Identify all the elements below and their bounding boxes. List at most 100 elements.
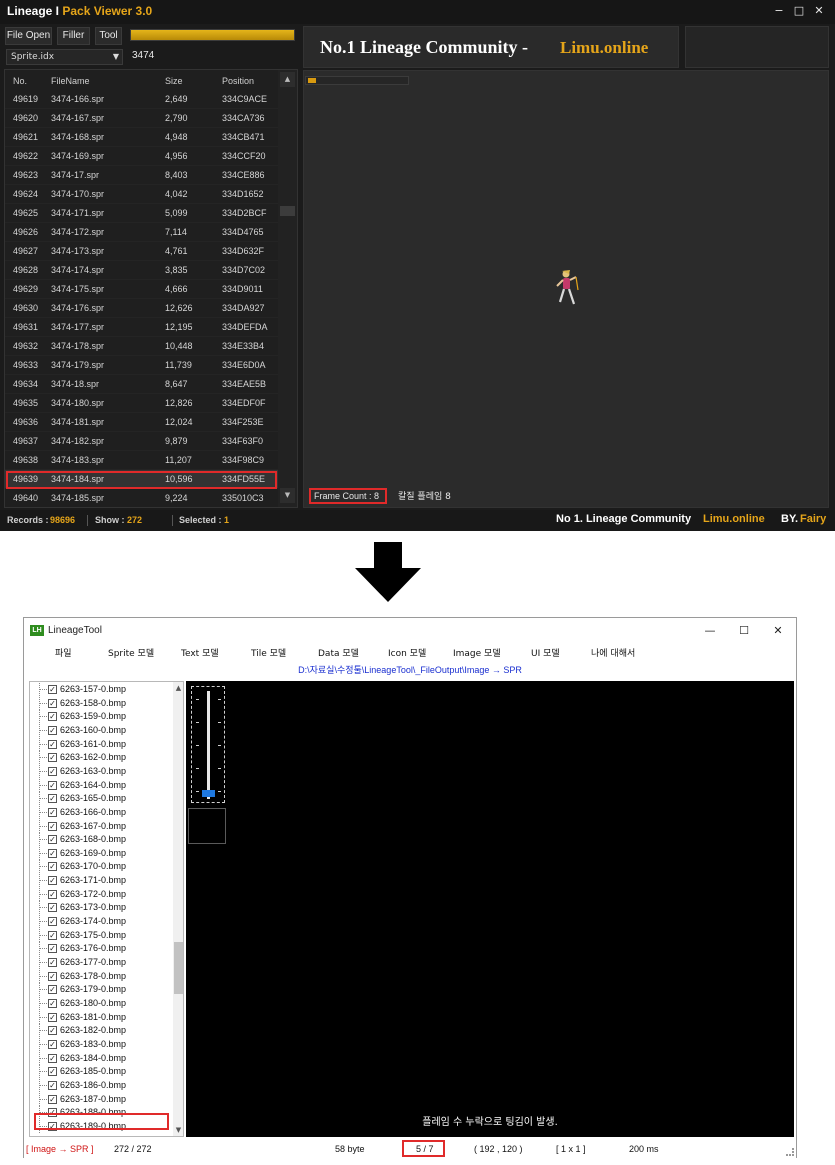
table-row[interactable]: 49635 3474-180.spr 12,826 334EDF0F — [5, 394, 279, 413]
frame-slider[interactable] — [305, 76, 409, 85]
checkbox-checked-icon[interactable]: ✓ — [48, 739, 57, 749]
checkbox-checked-icon[interactable]: ✓ — [48, 944, 57, 954]
tree-item[interactable]: ✓ 6263-161-0.bmp — [30, 737, 175, 751]
table-row[interactable]: 49634 3474-18.spr 8,647 334EAE5B — [5, 375, 279, 394]
menu-text-model[interactable]: Text 모델 — [181, 646, 219, 659]
filler-button[interactable]: Filler — [57, 27, 90, 45]
tree-item[interactable]: ✓ 6263-164-0.bmp — [30, 778, 175, 792]
menu-ui-model[interactable]: UI 모델 — [531, 646, 560, 659]
checkbox-checked-icon[interactable]: ✓ — [48, 753, 57, 763]
menu-icon-model[interactable]: Icon 모델 — [388, 646, 426, 659]
scroll-thumb[interactable] — [174, 942, 183, 994]
resize-grip-icon[interactable] — [786, 1148, 794, 1156]
tree-item[interactable]: ✓ 6263-183-0.bmp — [30, 1037, 175, 1051]
menu-sprite-model[interactable]: Sprite 모델 — [108, 646, 154, 659]
tree-item[interactable]: ✓ 6263-159-0.bmp — [30, 710, 175, 724]
table-row[interactable]: 49626 3474-172.spr 7,114 334D4765 — [5, 223, 279, 242]
table-row[interactable]: 49623 3474-17.spr 8,403 334CE886 — [5, 166, 279, 185]
table-row[interactable]: 49629 3474-175.spr 4,666 334D9011 — [5, 280, 279, 299]
menu-tile-model[interactable]: Tile 모델 — [251, 646, 286, 659]
tree-item[interactable]: ✓ 6263-177-0.bmp — [30, 956, 175, 969]
checkbox-checked-icon[interactable]: ✓ — [48, 998, 57, 1008]
checkbox-checked-icon[interactable]: ✓ — [48, 862, 57, 872]
table-row[interactable]: 49624 3474-170.spr 4,042 334D1652 — [5, 185, 279, 204]
table-row[interactable]: 49632 3474-178.spr 10,448 334E33B4 — [5, 337, 279, 356]
zoom-slider-knob[interactable] — [202, 790, 215, 797]
maximize-button[interactable]: □ — [791, 3, 807, 19]
tree-item[interactable]: ✓ 6263-185-0.bmp — [30, 1065, 175, 1079]
frame-slider-knob[interactable] — [308, 78, 316, 83]
checkbox-checked-icon[interactable]: ✓ — [48, 985, 57, 995]
col-header-filename[interactable]: FileName — [51, 76, 90, 86]
tree-item[interactable]: ✓ 6263-182-0.bmp — [30, 1024, 175, 1038]
minimize-button[interactable]: − — [771, 3, 787, 19]
checkbox-checked-icon[interactable]: ✓ — [48, 712, 57, 722]
checkbox-checked-icon[interactable]: ✓ — [48, 917, 57, 927]
table-row[interactable]: 49631 3474-177.spr 12,195 334DEFDA — [5, 318, 279, 337]
file-tree-scrollbar[interactable]: ▲ ▼ — [173, 682, 183, 1136]
table-row[interactable]: 49630 3474-176.spr 12,626 334DA927 — [5, 299, 279, 318]
checkbox-checked-icon[interactable]: ✓ — [48, 698, 57, 708]
table-row[interactable]: 49627 3474-173.spr 4,761 334D632F — [5, 242, 279, 261]
checkbox-checked-icon[interactable]: ✓ — [48, 930, 57, 940]
table-row[interactable]: 49620 3474-167.spr 2,790 334CA736 — [5, 109, 279, 128]
tree-item[interactable]: ✓ 6263-186-0.bmp — [30, 1078, 175, 1092]
tree-item[interactable]: ✓ 6263-174-0.bmp — [30, 915, 175, 929]
tree-item[interactable]: ✓ 6263-184-0.bmp — [30, 1051, 175, 1065]
checkbox-checked-icon[interactable]: ✓ — [48, 903, 57, 913]
tree-item[interactable]: ✓ 6263-172-0.bmp — [30, 887, 175, 901]
checkbox-checked-icon[interactable]: ✓ — [48, 1053, 57, 1063]
scroll-thumb[interactable] — [280, 206, 295, 216]
checkbox-checked-icon[interactable]: ✓ — [48, 835, 57, 845]
checkbox-checked-icon[interactable]: ✓ — [48, 766, 57, 776]
close-button[interactable]: ✕ — [811, 3, 827, 19]
minimize-button[interactable]: — — [702, 623, 718, 639]
tree-item[interactable]: ✓ 6263-167-0.bmp — [30, 819, 175, 833]
menu-about[interactable]: 나에 대해서 — [591, 646, 635, 659]
checkbox-checked-icon[interactable]: ✓ — [48, 889, 57, 899]
checkbox-checked-icon[interactable]: ✓ — [48, 794, 57, 804]
scroll-up-icon[interactable]: ▲ — [174, 683, 183, 693]
checkbox-checked-icon[interactable]: ✓ — [48, 725, 57, 735]
scroll-down-icon[interactable]: ▼ — [174, 1125, 183, 1135]
table-row[interactable]: 49638 3474-183.spr 11,207 334F98C9 — [5, 451, 279, 470]
tree-item[interactable]: ✓ 6263-165-0.bmp — [30, 792, 175, 806]
checkbox-checked-icon[interactable]: ✓ — [48, 876, 57, 886]
checkbox-checked-icon[interactable]: ✓ — [48, 848, 57, 858]
tree-item[interactable]: ✓ 6263-160-0.bmp — [30, 723, 175, 737]
menu-data-model[interactable]: Data 모델 — [318, 646, 359, 659]
tree-item[interactable]: ✓ 6263-169-0.bmp — [30, 846, 175, 860]
tree-item[interactable]: ✓ 6263-181-0.bmp — [30, 1010, 175, 1024]
scroll-up-icon[interactable]: ▲ — [280, 72, 295, 87]
tree-item[interactable]: ✓ 6263-179-0.bmp — [30, 983, 175, 997]
table-row[interactable]: 49619 3474-166.spr 2,649 334C9ACE — [5, 90, 279, 109]
table-row[interactable]: 49633 3474-179.spr 11,739 334E6D0A — [5, 356, 279, 375]
tree-item[interactable]: ✓ 6263-168-0.bmp — [30, 833, 175, 847]
menu-file[interactable]: 파일 — [55, 646, 72, 659]
tree-item[interactable]: ✓ 6263-176-0.bmp — [30, 942, 175, 956]
checkbox-checked-icon[interactable]: ✓ — [48, 685, 57, 694]
close-button[interactable]: ✕ — [770, 623, 786, 639]
checkbox-checked-icon[interactable]: ✓ — [48, 958, 57, 967]
tree-item[interactable]: ✓ 6263-178-0.bmp — [30, 969, 175, 983]
tree-item[interactable]: ✓ 6263-170-0.bmp — [30, 860, 175, 874]
tree-item[interactable]: ✓ 6263-173-0.bmp — [30, 901, 175, 915]
file-list-scrollbar[interactable]: ▲ ▼ — [278, 70, 297, 507]
tree-item[interactable]: ✓ 6263-158-0.bmp — [30, 696, 175, 710]
tree-item[interactable]: ✓ 6263-171-0.bmp — [30, 874, 175, 888]
table-row[interactable]: 49621 3474-168.spr 4,948 334CB471 — [5, 128, 279, 147]
checkbox-checked-icon[interactable]: ✓ — [48, 821, 57, 831]
tree-item[interactable]: ✓ 6263-180-0.bmp — [30, 996, 175, 1010]
index-file-select[interactable]: Sprite.idx ▼ — [6, 49, 123, 65]
table-row[interactable]: 49636 3474-181.spr 12,024 334F253E — [5, 413, 279, 432]
table-row[interactable]: 49625 3474-171.spr 5,099 334D2BCF — [5, 204, 279, 223]
table-row[interactable]: 49622 3474-169.spr 4,956 334CCF20 — [5, 147, 279, 166]
tree-item[interactable]: ✓ 6263-157-0.bmp — [30, 683, 175, 696]
tool-button[interactable]: Tool — [95, 27, 122, 45]
tree-item[interactable]: ✓ 6263-187-0.bmp — [30, 1092, 175, 1106]
checkbox-checked-icon[interactable]: ✓ — [48, 1067, 57, 1077]
table-row[interactable]: 49628 3474-174.spr 3,835 334D7C02 — [5, 261, 279, 280]
tree-item[interactable]: ✓ 6263-163-0.bmp — [30, 764, 175, 778]
zoom-slider[interactable] — [191, 686, 225, 803]
search-input[interactable]: 3474 — [128, 49, 296, 65]
